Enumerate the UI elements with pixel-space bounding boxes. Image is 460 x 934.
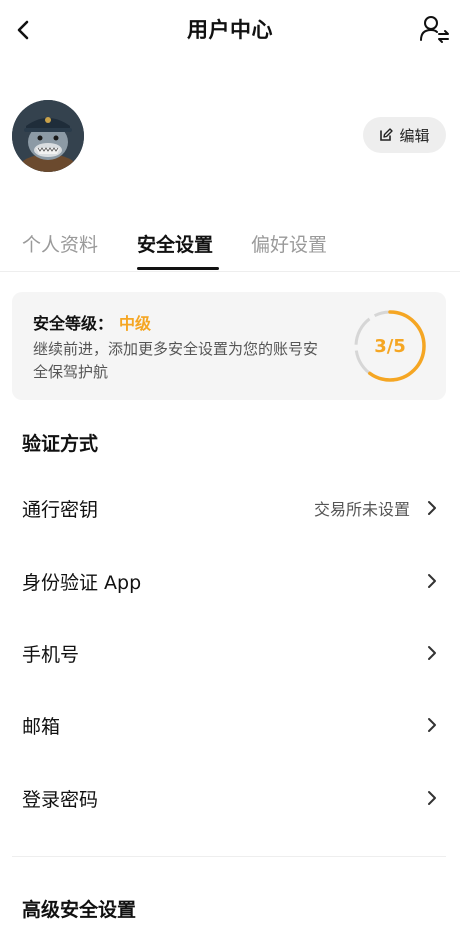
list-item-label: 手机号 <box>22 643 80 666</box>
page-title: 用户中心 <box>187 18 273 42</box>
list-item-login-password[interactable]: 登录密码 <box>0 770 460 826</box>
security-level-label: 安全等级： <box>33 314 114 333</box>
user-switch-button[interactable] <box>418 12 452 46</box>
list-item-label: 邮箱 <box>22 715 61 738</box>
tab-security-settings[interactable]: 安全设置 <box>137 230 213 257</box>
edit-label: 编辑 <box>399 126 430 145</box>
tab-personal-info[interactable]: 个人资料 <box>22 230 98 257</box>
edit-profile-button[interactable]: 编辑 <box>363 117 446 153</box>
security-level: 安全等级： 中级 <box>33 310 151 334</box>
security-description: 继续前进，添加更多安全设置为您的账号安全保驾护航 <box>33 340 319 381</box>
security-level-card: 安全等级： 中级 继续前进，添加更多安全设置为您的账号安全保驾护航 3/5 <box>12 292 446 400</box>
active-tab-indicator <box>137 267 219 270</box>
user-switch-icon <box>420 16 449 43</box>
pencil-icon <box>380 128 394 141</box>
chevron-right-icon <box>428 646 436 660</box>
tab-preferences[interactable]: 偏好设置 <box>251 230 327 257</box>
chevron-right-icon <box>428 574 436 588</box>
advanced-security-section-title: 高级安全设置 <box>22 899 137 921</box>
section-divider <box>12 856 446 857</box>
verification-section-title: 验证方式 <box>22 433 99 455</box>
list-item-phone[interactable]: 手机号 <box>0 625 460 681</box>
list-item-value: 交易所未设置 <box>313 500 410 519</box>
list-item-label: 通行密钥 <box>22 498 99 521</box>
user-center-page: 用户中心 编辑 个人资料 安全设置 偏好设置 安全等级： 中级 继续前进，添加更… <box>0 0 460 934</box>
list-item-label: 身份验证 App <box>22 571 142 594</box>
shark-avatar-icon <box>12 100 84 172</box>
list-item-passkey[interactable]: 通行密钥 交易所未设置 <box>0 480 460 536</box>
chevron-right-icon <box>428 501 436 515</box>
chevron-right-icon <box>428 718 436 732</box>
avatar[interactable] <box>12 100 84 172</box>
chevron-right-icon <box>428 791 436 805</box>
security-progress-text: 3/5 <box>374 335 406 357</box>
list-item-authenticator-app[interactable]: 身份验证 App <box>0 553 460 609</box>
tab-bar: 个人资料 安全设置 偏好设置 <box>0 226 460 272</box>
list-item-label: 登录密码 <box>22 788 99 811</box>
list-item-email[interactable]: 邮箱 <box>0 697 460 753</box>
header: 用户中心 <box>0 0 460 60</box>
security-level-value: 中级 <box>119 314 152 333</box>
